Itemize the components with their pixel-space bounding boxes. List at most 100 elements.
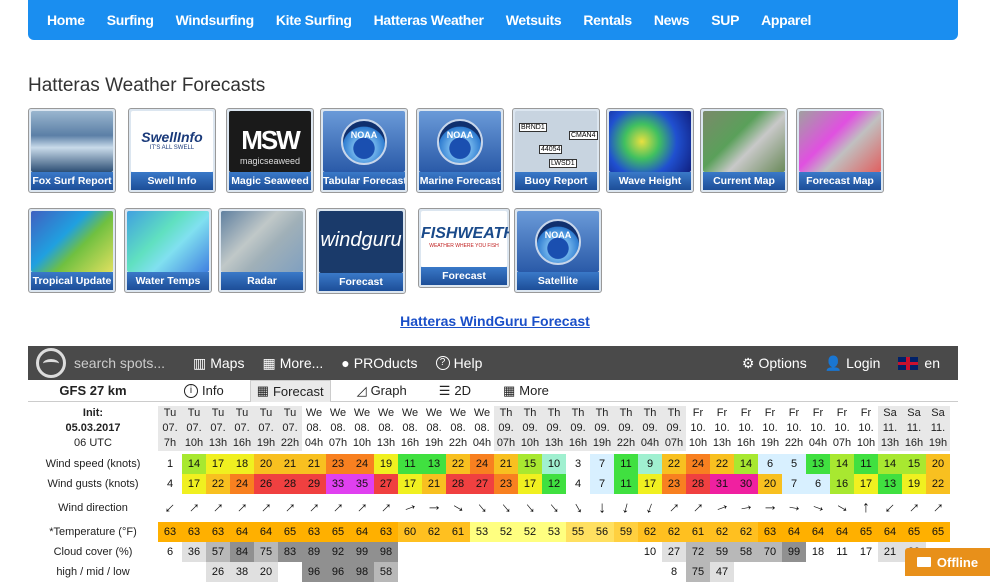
cell: 17 bbox=[206, 454, 230, 474]
nav-item[interactable]: Windsurfing bbox=[165, 12, 265, 28]
help-icon: ? bbox=[435, 356, 450, 370]
header-cell: Fr bbox=[758, 406, 782, 421]
tile-caption: Forecast Map bbox=[799, 172, 881, 190]
cell bbox=[854, 562, 878, 582]
tile-forecast[interactable]: FISHWEATHERWEATHER WHERE YOU FISHForecas… bbox=[418, 208, 510, 288]
tab-graph[interactable]: ◿ Graph bbox=[351, 380, 413, 402]
tab-info[interactable]: i Info bbox=[178, 380, 230, 402]
tile-caption: Forecast bbox=[421, 267, 507, 285]
cell: 26 bbox=[206, 562, 230, 582]
header-cell: Tu bbox=[206, 406, 230, 421]
row-label: Wind gusts (knots) bbox=[47, 478, 139, 490]
tile-caption: Buoy Report bbox=[515, 172, 597, 190]
buoy-label: CMAN4 bbox=[569, 131, 598, 140]
tile-image: SwellInfo IT'S ALL SWELL bbox=[131, 111, 213, 172]
cell: 17 bbox=[854, 542, 878, 562]
search-spots[interactable]: search spots... bbox=[28, 348, 193, 378]
cell bbox=[566, 542, 590, 562]
cell: 57 bbox=[206, 542, 230, 562]
cell bbox=[470, 562, 494, 582]
tile-satellite[interactable]: NOAA Satellite bbox=[514, 208, 602, 293]
language-select[interactable]: en bbox=[898, 355, 940, 371]
tile-tropical-update[interactable]: Tropical Update bbox=[28, 208, 116, 293]
nav-item[interactable]: Home bbox=[36, 12, 96, 28]
cell: 65 bbox=[926, 522, 950, 542]
tab-forecast[interactable]: ▦ Forecast bbox=[249, 379, 331, 402]
help-menu[interactable]: ? Help bbox=[435, 355, 482, 371]
nav-item[interactable]: SUP bbox=[700, 12, 750, 28]
tile-swell-info[interactable]: SwellInfo IT'S ALL SWELL Swell Info bbox=[128, 108, 216, 193]
tile-radar[interactable]: Radar bbox=[218, 208, 306, 293]
header-cell: 08. bbox=[350, 421, 374, 436]
cell: 36 bbox=[182, 542, 206, 562]
header-cell: 10. bbox=[806, 421, 830, 436]
tile-tabular-forecast[interactable]: NOAA Tabular Forecast bbox=[320, 108, 408, 193]
maps-menu[interactable]: ▥ Maps bbox=[193, 355, 244, 372]
cell bbox=[806, 562, 830, 582]
offline-chat-button[interactable]: Offline bbox=[905, 548, 990, 576]
nav-item[interactable]: Hatteras Weather bbox=[363, 12, 495, 28]
tab-2d[interactable]: ☰ 2D bbox=[433, 380, 477, 402]
row-wind-speed: Wind speed (knots) 1 14 17 18 20 21 21 23 24 19 11 1… bbox=[28, 454, 950, 474]
tab-more[interactable]: ▦ More bbox=[497, 380, 555, 402]
cell bbox=[422, 542, 446, 562]
header-cell: 04h bbox=[806, 436, 830, 451]
cell bbox=[614, 542, 638, 562]
tile-buoy-report[interactable]: BRND1 CMAN4 44054 LWSD1 Buoy Report bbox=[512, 108, 600, 193]
cell: 64 bbox=[782, 522, 806, 542]
cell: 92 bbox=[326, 542, 350, 562]
nav-item[interactable]: Kite Surfing bbox=[265, 12, 363, 28]
login-button[interactable]: 👤 Login bbox=[825, 355, 881, 372]
nav-item[interactable]: Rentals bbox=[572, 12, 642, 28]
header-cell: 13h bbox=[374, 436, 398, 451]
cell: 28 bbox=[446, 474, 470, 494]
wind-arrow-icon: ↑ bbox=[209, 498, 228, 517]
model-name: GFS 27 km bbox=[59, 383, 127, 398]
cell: 63 bbox=[374, 522, 398, 542]
gear-icon: ⚙ bbox=[741, 354, 755, 371]
header-cell: 10. bbox=[734, 421, 758, 436]
tile-forecast-map[interactable]: Forecast Map bbox=[796, 108, 884, 193]
nav-item[interactable]: Surfing bbox=[96, 12, 165, 28]
header-cell: 16h bbox=[734, 436, 758, 451]
products-menu[interactable]: ● PROducts bbox=[341, 355, 417, 371]
tile-current-map[interactable]: Current Map bbox=[700, 108, 788, 193]
msw-wordmark: magicseaweed bbox=[239, 156, 301, 166]
cell: 14 bbox=[734, 454, 758, 474]
tile-magic-seaweed[interactable]: MSW magicseaweed Magic Seaweed bbox=[226, 108, 314, 193]
tile-forecast[interactable]: windguru Forecast bbox=[316, 208, 406, 294]
cell: 6 bbox=[806, 474, 830, 494]
header-cell: 11. bbox=[902, 421, 926, 436]
header-cell: 10h bbox=[350, 436, 374, 451]
header-cell: Th bbox=[518, 406, 542, 421]
nav-item[interactable]: Wetsuits bbox=[495, 12, 573, 28]
windguru-forecast-link[interactable]: Hatteras WindGuru Forecast bbox=[0, 313, 990, 329]
tile-water-temps[interactable]: Water Temps bbox=[124, 208, 212, 293]
more-menu[interactable]: ▦ More... bbox=[262, 355, 323, 372]
header-cell: 11. bbox=[926, 421, 950, 436]
cell bbox=[518, 542, 542, 562]
header-cell: 09. bbox=[494, 421, 518, 436]
tile-caption: Tabular Forecast bbox=[323, 172, 405, 190]
header-cell: We bbox=[326, 406, 350, 421]
cell bbox=[422, 562, 446, 582]
tile-image: MSW magicseaweed bbox=[229, 111, 311, 172]
cell: 11 bbox=[614, 474, 638, 494]
nav-item[interactable]: News bbox=[643, 12, 700, 28]
cell: 20 bbox=[758, 474, 782, 494]
nav-item[interactable]: Apparel bbox=[750, 12, 822, 28]
wind-arrow-icon: ↑ bbox=[665, 498, 684, 517]
options-menu[interactable]: ⚙ Options bbox=[742, 355, 807, 372]
header-cell: 16h bbox=[398, 436, 422, 451]
header-cell: We bbox=[422, 406, 446, 421]
cell: 19 bbox=[902, 474, 926, 494]
cell: 7 bbox=[782, 474, 806, 494]
tile-marine-forecast[interactable]: NOAA Marine Forecast bbox=[416, 108, 504, 193]
tile-fox-surf-report[interactable]: Fox Surf Report bbox=[28, 108, 116, 193]
cell: 63 bbox=[182, 522, 206, 542]
cell: 9 bbox=[638, 454, 662, 474]
header-cell: 04h bbox=[470, 436, 494, 451]
header-cell: 07. bbox=[278, 421, 302, 436]
tile-wave-height[interactable]: Wave Height bbox=[606, 108, 694, 193]
cell bbox=[518, 562, 542, 582]
